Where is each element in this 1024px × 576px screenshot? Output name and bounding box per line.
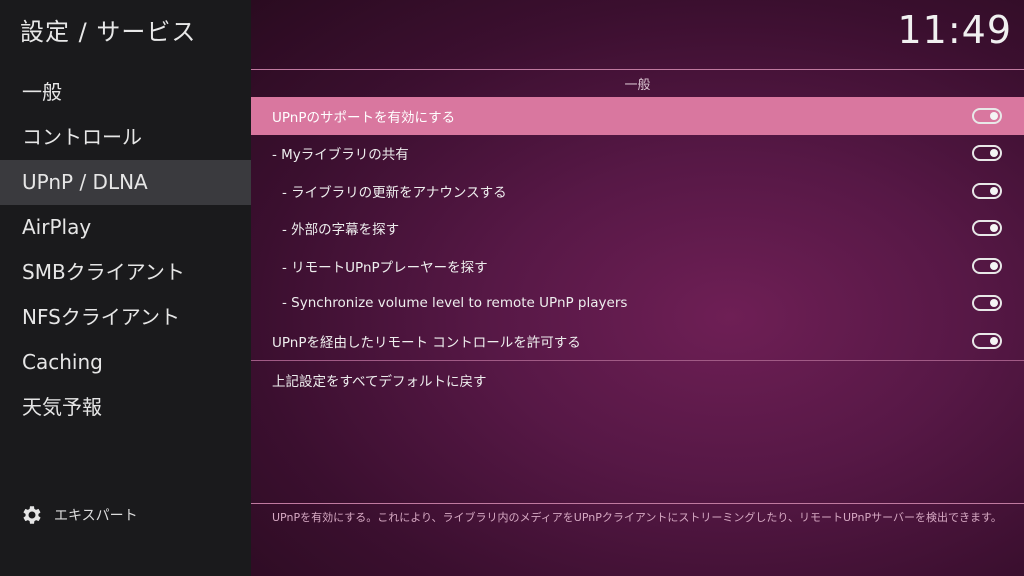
gear-icon — [23, 506, 41, 524]
reset-label: 上記設定をすべてデフォルトに戻す — [272, 373, 487, 390]
toggle-switch[interactable] — [972, 257, 1002, 274]
sidebar-item-airplay[interactable]: AirPlay — [0, 205, 251, 250]
toggle-switch[interactable] — [972, 182, 1002, 199]
toggle-switch[interactable] — [972, 295, 1002, 312]
setting-label: - リモートUPnPプレーヤーを探す — [282, 259, 488, 276]
divider — [251, 503, 1024, 504]
expert-label: エキスパート — [54, 508, 138, 524]
toggle-knob — [990, 149, 998, 158]
sidebar: 設定 / サービス 一般 コントロール UPnP / DLNA AirPlay … — [0, 0, 251, 576]
setting-label: UPnPを経由したリモート コントロールを許可する — [272, 334, 581, 351]
main-panel: 11:49 一般 UPnPのサポートを有効にする - Myライブラリの共有 - … — [251, 0, 1024, 576]
setting-label: UPnPのサポートを有効にする — [272, 109, 456, 126]
setting-label: - Synchronize volume level to remote UPn… — [282, 295, 628, 312]
sidebar-item-upnp-dlna[interactable]: UPnP / DLNA — [0, 160, 251, 205]
setting-announce-updates[interactable]: - ライブラリの更新をアナウンスする — [251, 172, 1024, 210]
settings-screen: 設定 / サービス 一般 コントロール UPnP / DLNA AirPlay … — [0, 0, 1024, 576]
toggle-knob — [990, 111, 998, 120]
sidebar-item-weather[interactable]: 天気予報 — [0, 385, 251, 430]
setting-description: UPnPを有効にする。これにより、ライブラリ内のメディアをUPnPクライアントに… — [272, 511, 1002, 524]
setting-label: - 外部の字幕を探す — [282, 222, 400, 239]
setting-find-remote-players[interactable]: - リモートUPnPプレーヤーを探す — [251, 247, 1024, 285]
toggle-switch[interactable] — [972, 107, 1002, 124]
section-title: 一般 — [624, 78, 651, 93]
setting-label: - ライブラリの更新をアナウンスする — [282, 184, 507, 201]
toggle-knob — [990, 299, 998, 308]
page-title: 設定 / サービス — [20, 18, 197, 46]
sidebar-item-caching[interactable]: Caching — [0, 340, 251, 385]
setting-enable-upnp[interactable]: UPnPのサポートを有効にする — [251, 97, 1024, 135]
setting-remote-control[interactable]: UPnPを経由したリモート コントロールを許可する — [251, 322, 1024, 360]
setting-share-library[interactable]: - Myライブラリの共有 — [251, 135, 1024, 173]
setting-label: - Myライブラリの共有 — [272, 147, 409, 164]
sidebar-item-smb-client[interactable]: SMBクライアント — [0, 250, 251, 295]
reset-defaults-button[interactable]: 上記設定をすべてデフォルトに戻す — [251, 361, 1024, 399]
toggle-switch[interactable] — [972, 220, 1002, 237]
toggle-switch[interactable] — [972, 145, 1002, 162]
divider — [251, 69, 1024, 70]
sidebar-item-nfs-client[interactable]: NFSクライアント — [0, 295, 251, 340]
toggle-knob — [990, 261, 998, 270]
toggle-switch[interactable] — [972, 332, 1002, 349]
settings-list: UPnPのサポートを有効にする - Myライブラリの共有 - ライブラリの更新を… — [251, 97, 1024, 399]
sidebar-item-general[interactable]: 一般 — [0, 70, 251, 115]
sidebar-nav: 一般 コントロール UPnP / DLNA AirPlay SMBクライアント … — [0, 70, 251, 430]
expert-level-button[interactable]: エキスパート — [20, 503, 138, 527]
toggle-knob — [990, 186, 998, 195]
setting-external-subtitles[interactable]: - 外部の字幕を探す — [251, 210, 1024, 248]
toggle-knob — [990, 224, 998, 233]
toggle-knob — [990, 336, 998, 345]
sidebar-item-control[interactable]: コントロール — [0, 115, 251, 160]
setting-sync-volume[interactable]: - Synchronize volume level to remote UPn… — [251, 285, 1024, 323]
clock: 11:49 — [897, 8, 1012, 52]
